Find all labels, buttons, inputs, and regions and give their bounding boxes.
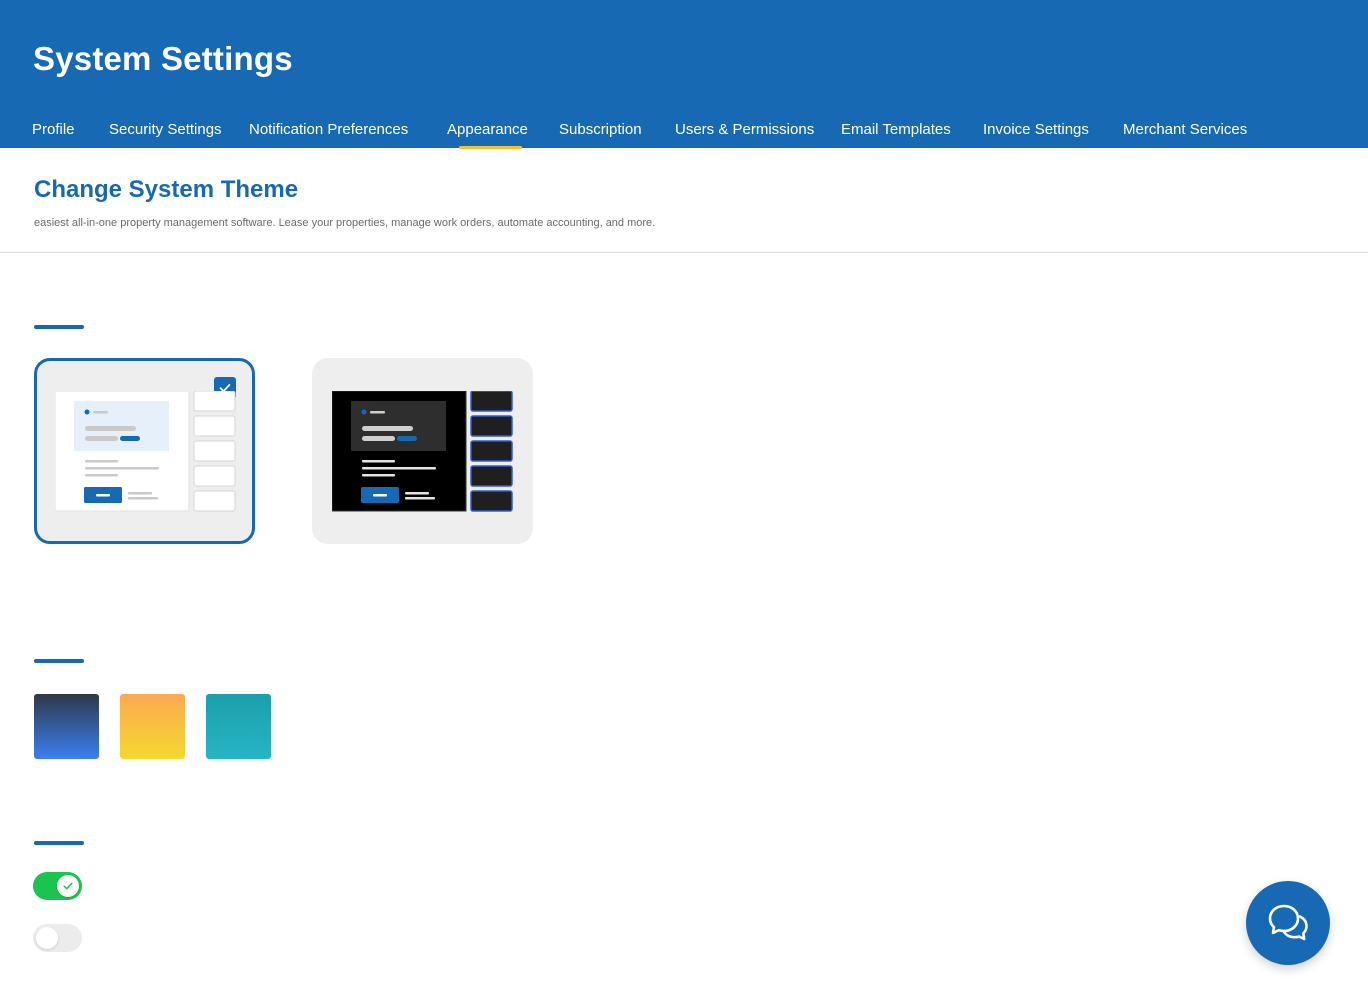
settings-tabs: Profile Security Settings Notification P… <box>0 118 1368 148</box>
checkmark-icon <box>63 882 73 890</box>
toggle-knob <box>57 875 79 897</box>
tab-notification-preferences[interactable]: Notification Preferences <box>249 118 408 148</box>
toggle-knob <box>36 927 58 949</box>
toggle-group-marker <box>34 841 84 845</box>
section-description: easiest all-in-one property management s… <box>34 217 656 229</box>
tab-merchant-services[interactable]: Merchant Services <box>1123 118 1247 148</box>
toggle-switch-on[interactable] <box>33 872 82 900</box>
accent-swatch-blue[interactable] <box>34 694 99 759</box>
section-title: Change System Theme <box>34 176 299 203</box>
theme-card-dark[interactable] <box>312 358 533 544</box>
tab-subscription[interactable]: Subscription <box>559 118 642 148</box>
active-tab-indicator <box>459 146 522 149</box>
tab-email-templates[interactable]: Email Templates <box>841 118 951 148</box>
accent-swatch-teal[interactable] <box>206 694 271 759</box>
page-header: System Settings Profile Security Setting… <box>0 0 1368 148</box>
page-title: System Settings <box>33 40 293 77</box>
divider <box>0 252 1368 253</box>
chat-bubbles-icon <box>1268 904 1308 941</box>
tab-appearance[interactable]: Appearance <box>447 118 528 148</box>
theme-card-light[interactable] <box>34 358 255 544</box>
accent-swatch-orange[interactable] <box>120 694 185 759</box>
dark-theme-preview <box>332 391 513 512</box>
theme-group-marker <box>34 325 84 329</box>
tab-security-settings[interactable]: Security Settings <box>109 118 222 148</box>
tab-profile[interactable]: Profile <box>32 118 75 148</box>
tab-invoice-settings[interactable]: Invoice Settings <box>983 118 1089 148</box>
accent-color-group-marker <box>34 659 84 663</box>
tab-users-permissions[interactable]: Users & Permissions <box>675 118 814 148</box>
toggle-switch-off[interactable] <box>33 924 82 952</box>
light-theme-preview <box>55 391 236 512</box>
chat-button[interactable] <box>1246 881 1330 965</box>
